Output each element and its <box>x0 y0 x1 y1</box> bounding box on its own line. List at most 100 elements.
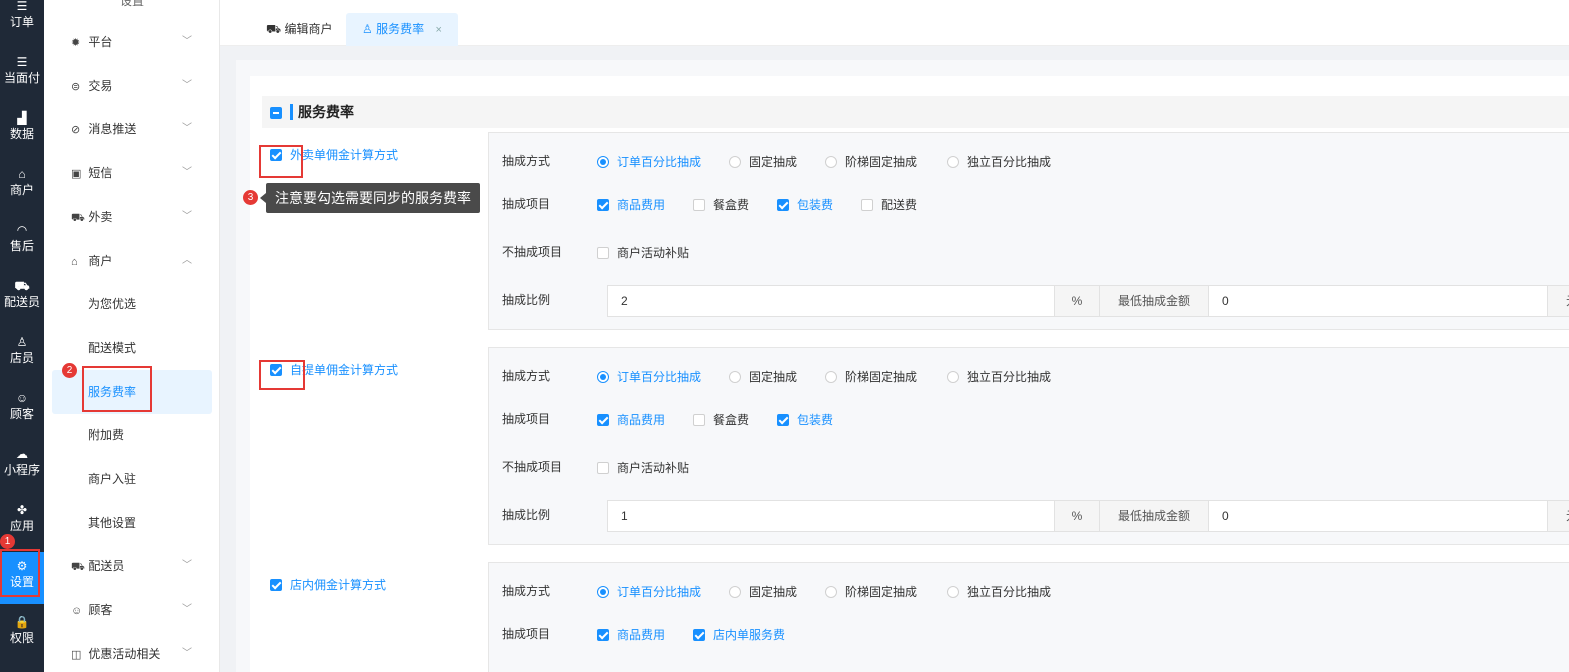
ratio-input[interactable]: 2 <box>607 285 1055 317</box>
items-label: 抽成项目 <box>502 412 551 426</box>
method-option-3[interactable]: 独立百分比抽成 <box>947 146 1051 177</box>
rail-icon-0: ☰ <box>16 0 28 13</box>
menu-item-items-3[interactable]: ▣ 短信 ﹀ <box>44 151 220 195</box>
menu-item-items-4[interactable]: ⛟ 外卖 ﹀ <box>44 195 220 239</box>
method-option-1[interactable]: 固定抽成 <box>729 361 797 392</box>
method-option-2[interactable]: 阶梯固定抽成 <box>825 361 917 392</box>
checkbox-icon[interactable] <box>270 578 282 591</box>
radio-icon[interactable] <box>825 155 837 168</box>
group-checkbox-2[interactable]: 店内佣金计算方式 <box>270 576 386 593</box>
min-amount-input[interactable]: 0 <box>1208 500 1548 532</box>
min-amount-input[interactable]: 0 <box>1208 285 1548 317</box>
menu-subitem-5[interactable]: 其他设置 <box>44 501 220 545</box>
fee-item-checkbox-0[interactable]: 商品费用 <box>597 404 665 435</box>
rail-item-0[interactable]: ☰ 订单 <box>0 0 44 44</box>
method-option-2[interactable]: 阶梯固定抽成 <box>825 576 917 607</box>
rail-item-2[interactable]: ▟ 数据 <box>0 104 44 156</box>
checkbox-icon[interactable] <box>597 246 609 259</box>
fee-item-checkbox-2[interactable]: 包装费 <box>777 404 833 435</box>
rail-item-8[interactable]: ☁ 小程序 <box>0 440 44 492</box>
method-option-0[interactable]: 订单百分比抽成 <box>597 576 701 607</box>
method-option-0[interactable]: 订单百分比抽成 <box>597 361 701 392</box>
method-option-label: 订单百分比抽成 <box>617 369 702 384</box>
radio-icon[interactable] <box>947 370 959 383</box>
checkbox-icon[interactable] <box>597 628 609 641</box>
fee-item-checkbox-2[interactable]: 包装费 <box>777 189 833 220</box>
rail-label-6: 店员 <box>9 351 34 365</box>
collapse-icon[interactable] <box>270 107 282 119</box>
settings-menu-title: 设置 <box>119 0 144 8</box>
checkbox-icon[interactable] <box>693 413 705 426</box>
radio-icon[interactable] <box>947 155 959 168</box>
radio-icon[interactable] <box>825 585 837 598</box>
fee-item-checkbox-0[interactable]: 商品费用 <box>597 619 665 650</box>
menu-item-label: 优惠活动相关 <box>88 646 161 661</box>
radio-icon[interactable] <box>597 370 609 383</box>
checkbox-icon[interactable] <box>861 198 873 211</box>
menu-item-items-0[interactable]: ✹ 平台 ﹀ <box>44 20 220 64</box>
rail-item-11[interactable]: 🔒 权限 <box>0 608 44 660</box>
menu-item-items_after-2[interactable]: ◫ 优惠活动相关 ﹀ <box>44 632 220 672</box>
exclude-row: 不抽成项目 商户活动补贴 <box>489 237 1569 267</box>
fee-item-label: 店内单服务费 <box>713 627 786 642</box>
menu-item-icon: ⛟ <box>71 211 85 224</box>
menu-subitem-0[interactable]: 为您优选 <box>44 282 220 326</box>
rail-item-7[interactable]: ☺ 顾客 <box>0 384 44 436</box>
method-option-label: 固定抽成 <box>749 584 798 599</box>
radio-icon[interactable] <box>729 585 741 598</box>
method-option-3[interactable]: 独立百分比抽成 <box>947 361 1051 392</box>
tab-service-rate[interactable]: ♙ 服务费率 × <box>346 13 458 46</box>
rail-item-1[interactable]: ☰ 当面付 <box>0 48 44 100</box>
chevron-icon: ﹀ <box>182 167 192 179</box>
radio-icon[interactable] <box>825 370 837 383</box>
fee-item-checkbox-1[interactable]: 店内单服务费 <box>693 619 785 650</box>
fee-item-checkbox-3[interactable]: 配送费 <box>861 189 917 220</box>
checkbox-icon[interactable] <box>777 413 789 426</box>
rail-item-3[interactable]: ⌂ 商户 <box>0 160 44 212</box>
menu-subitem-3[interactable]: 附加费 <box>44 413 220 457</box>
menu-item-items-5[interactable]: ⌂ 商户 ︿ <box>44 239 220 283</box>
checkbox-icon[interactable] <box>597 413 609 426</box>
fee-panel-0: 抽成方式 订单百分比抽成 固定抽成 阶梯固定抽成 独立百分比抽成 抽成项目 商品费用 餐盒费 包… <box>488 132 1569 330</box>
method-option-label: 独立百分比抽成 <box>967 154 1052 169</box>
method-option-3[interactable]: 独立百分比抽成 <box>947 576 1051 607</box>
menu-subitem-4[interactable]: 商户入驻 <box>44 457 220 501</box>
group-checkbox-label: 外卖单佣金计算方式 <box>290 148 399 162</box>
menu-item-items-2[interactable]: ⊘ 消息推送 ﹀ <box>44 107 220 151</box>
tab-close-icon[interactable]: × <box>435 24 441 36</box>
menu-item-label: 顾客 <box>88 603 113 618</box>
exclude-checkbox-0[interactable]: 商户活动补贴 <box>597 237 689 268</box>
menu-item-items_after-1[interactable]: ☺ 顾客 ﹀ <box>44 588 220 632</box>
radio-icon[interactable] <box>597 155 609 168</box>
checkbox-icon[interactable] <box>597 461 609 474</box>
tab-edit-merchant[interactable]: ⛟ 编辑商户 <box>250 13 348 46</box>
radio-icon[interactable] <box>947 585 959 598</box>
radio-icon[interactable] <box>729 155 741 168</box>
rail-item-4[interactable]: ◠ 售后 <box>0 216 44 268</box>
method-option-label: 订单百分比抽成 <box>617 584 702 599</box>
radio-icon[interactable] <box>597 585 609 598</box>
fee-item-checkbox-1[interactable]: 餐盒费 <box>693 189 749 220</box>
method-option-2[interactable]: 阶梯固定抽成 <box>825 146 917 177</box>
items-row: 抽成项目 商品费用 店内单服务费 <box>489 619 1569 649</box>
rail-item-5[interactable]: ⛟ 配送员 <box>0 272 44 324</box>
menu-item-label: 交易 <box>88 78 113 93</box>
method-option-1[interactable]: 固定抽成 <box>729 576 797 607</box>
checkbox-icon[interactable] <box>777 198 789 211</box>
checkbox-icon[interactable] <box>693 198 705 211</box>
fee-item-checkbox-0[interactable]: 商品费用 <box>597 189 665 220</box>
menu-item-items-1[interactable]: ⊜ 交易 ﹀ <box>44 64 220 108</box>
menu-item-items_after-0[interactable]: ⛟ 配送员 ﹀ <box>44 544 220 588</box>
rail-item-6[interactable]: ♙ 店员 <box>0 328 44 380</box>
exclude-checkbox-0[interactable]: 商户活动补贴 <box>597 452 689 483</box>
fee-item-checkbox-1[interactable]: 餐盒费 <box>693 404 749 435</box>
radio-icon[interactable] <box>729 370 741 383</box>
rail-icon-6: ♙ <box>16 335 28 349</box>
ratio-input[interactable]: 1 <box>607 500 1055 532</box>
checkbox-icon[interactable] <box>597 198 609 211</box>
checkbox-icon[interactable] <box>693 628 705 641</box>
hint-tooltip: 注意要勾选需要同步的服务费率 <box>260 183 480 213</box>
settings-menu: 设置 ✹ 平台 ﹀ ⊜ 交易 ﹀ ⊘ 消息推送 ﹀ ▣ 短信 ﹀ ⛟ 外卖 ﹀ ⌂ 商户 ︿ 为您优选配… <box>44 0 220 672</box>
method-option-0[interactable]: 订单百分比抽成 <box>597 146 701 177</box>
method-option-1[interactable]: 固定抽成 <box>729 146 797 177</box>
